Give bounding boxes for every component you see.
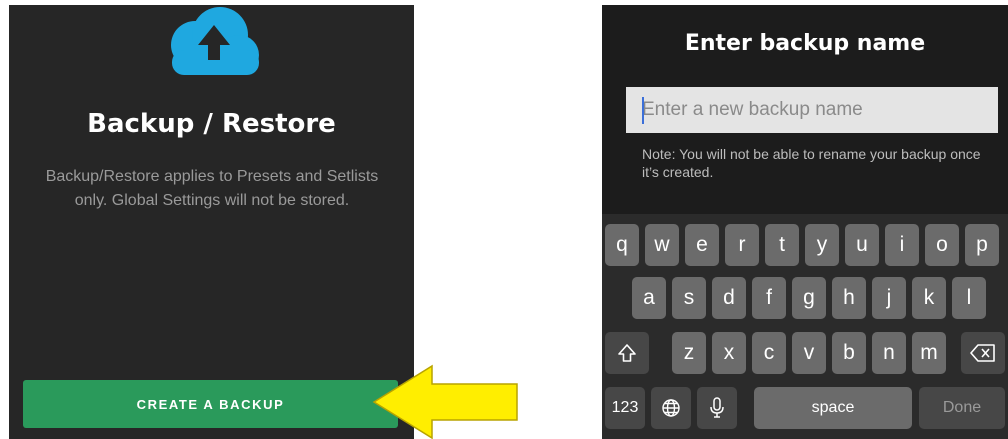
numbers-key[interactable]: 123 — [605, 387, 645, 429]
key-b[interactable]: b — [832, 332, 866, 374]
key-x[interactable]: x — [712, 332, 746, 374]
done-key[interactable]: Done — [919, 387, 1005, 429]
key-z[interactable]: z — [672, 332, 706, 374]
rename-note: Note: You will not be able to rename you… — [642, 146, 981, 180]
globe-key[interactable] — [651, 387, 691, 429]
on-screen-keyboard: q w e r t y u i o p a s d f g h j k l z … — [602, 214, 1008, 439]
cloud-upload-icon — [162, 5, 262, 80]
key-f[interactable]: f — [752, 277, 786, 319]
globe-icon — [661, 398, 681, 418]
shift-icon — [617, 343, 637, 363]
shift-key[interactable] — [605, 332, 649, 374]
key-c[interactable]: c — [752, 332, 786, 374]
backup-name-input[interactable] — [626, 87, 998, 133]
delete-key[interactable] — [961, 332, 1005, 374]
dialog-title: Enter backup name — [684, 31, 926, 56]
space-key[interactable]: space — [754, 387, 912, 429]
yellow-arrow-icon — [372, 364, 518, 439]
key-k[interactable]: k — [912, 277, 946, 319]
key-u[interactable]: u — [845, 224, 879, 266]
key-m[interactable]: m — [912, 332, 946, 374]
key-e[interactable]: e — [685, 224, 719, 266]
text-caret — [642, 97, 644, 124]
key-t[interactable]: t — [765, 224, 799, 266]
key-q[interactable]: q — [605, 224, 639, 266]
key-j[interactable]: j — [872, 277, 906, 319]
key-r[interactable]: r — [725, 224, 759, 266]
key-p[interactable]: p — [965, 224, 999, 266]
key-v[interactable]: v — [792, 332, 826, 374]
backspace-icon — [970, 344, 996, 362]
backup-name-dialog: Enter backup name Note: You will not be … — [602, 5, 1008, 439]
key-n[interactable]: n — [872, 332, 906, 374]
key-i[interactable]: i — [885, 224, 919, 266]
description-text: Backup/Restore applies to Presets and Se… — [45, 168, 379, 209]
microphone-key[interactable] — [697, 387, 737, 429]
key-s[interactable]: s — [672, 277, 706, 319]
microphone-icon — [709, 397, 725, 419]
key-l[interactable]: l — [952, 277, 986, 319]
key-d[interactable]: d — [712, 277, 746, 319]
backup-restore-panel: Backup / Restore Backup/Restore applies … — [9, 5, 414, 439]
key-o[interactable]: o — [925, 224, 959, 266]
key-y[interactable]: y — [805, 224, 839, 266]
key-h[interactable]: h — [832, 277, 866, 319]
key-a[interactable]: a — [632, 277, 666, 319]
page-title: Backup / Restore — [87, 109, 336, 139]
key-w[interactable]: w — [645, 224, 679, 266]
key-g[interactable]: g — [792, 277, 826, 319]
create-backup-button[interactable]: CREATE A BACKUP — [23, 380, 398, 428]
